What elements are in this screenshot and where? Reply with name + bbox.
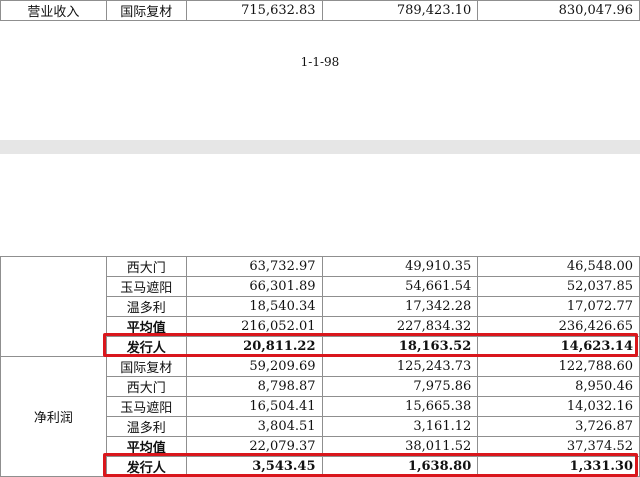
value-cell: 3,543.45 <box>185 456 323 477</box>
value-cell: 46,548.00 <box>477 256 640 277</box>
value-cell: 7,975.86 <box>321 376 479 397</box>
company-cell: 国际复材 <box>105 0 187 21</box>
value-cell: 15,665.38 <box>321 396 479 417</box>
company-cell: 平均值 <box>105 436 187 457</box>
value-cell: 18,540.34 <box>185 296 323 317</box>
value-cell: 66,301.89 <box>185 276 323 297</box>
table-row: 西大门 63,732.97 49,910.35 46,548.00 <box>0 256 640 357</box>
company-cell: 发行人 <box>105 336 187 357</box>
value-cell: 8,950.46 <box>477 376 640 397</box>
company-cell: 温多利 <box>105 296 187 317</box>
financial-table: 西大门 63,732.97 49,910.35 46,548.00 玉马遮阳 6… <box>0 256 640 477</box>
company-cell: 温多利 <box>105 416 187 437</box>
company-cell: 玉马遮阳 <box>105 396 187 417</box>
company-cell: 玉马遮阳 <box>105 276 187 297</box>
category-cell-empty <box>0 256 107 357</box>
value-cell: 22,079.37 <box>185 436 323 457</box>
value-cell: 20,811.22 <box>185 336 323 357</box>
value-cell: 789,423.10 <box>321 0 479 21</box>
table-row: 营业收入 国际复材 715,632.83 789,423.10 830,047.… <box>0 0 640 21</box>
value-cell: 3,161.12 <box>321 416 479 437</box>
company-cell: 发行人 <box>105 456 187 477</box>
value-cell: 14,032.16 <box>477 396 640 417</box>
value-cell: 122,788.60 <box>477 356 640 377</box>
value-cell: 236,426.65 <box>477 316 640 337</box>
value-cell: 59,209.69 <box>185 356 323 377</box>
value-cell: 17,342.28 <box>321 296 479 317</box>
category-cell: 净利润 <box>0 356 107 477</box>
company-cell: 西大门 <box>105 256 187 277</box>
page-number: 1-1-98 <box>300 55 340 69</box>
value-cell: 8,798.87 <box>185 376 323 397</box>
value-cell: 16,504.41 <box>185 396 323 417</box>
value-cell: 715,632.83 <box>185 0 323 21</box>
category-cell: 营业收入 <box>0 0 107 21</box>
company-cell: 平均值 <box>105 316 187 337</box>
value-cell: 14,623.14 <box>477 336 640 357</box>
value-cell: 17,072.77 <box>477 296 640 317</box>
value-cell: 3,804.51 <box>185 416 323 437</box>
value-cell: 52,037.85 <box>477 276 640 297</box>
revenue-table: 营业收入 国际复材 715,632.83 789,423.10 830,047.… <box>0 0 640 21</box>
value-cell: 227,834.32 <box>321 316 479 337</box>
value-cell: 830,047.96 <box>477 0 640 21</box>
page-gap <box>0 140 640 154</box>
value-cell: 37,374.52 <box>477 436 640 457</box>
value-cell: 3,726.87 <box>477 416 640 437</box>
value-cell: 1,638.80 <box>321 456 479 477</box>
value-cell: 49,910.35 <box>321 256 479 277</box>
value-cell: 63,732.97 <box>185 256 323 277</box>
value-cell: 216,052.01 <box>185 316 323 337</box>
company-cell: 国际复材 <box>105 356 187 377</box>
company-cell: 西大门 <box>105 376 187 397</box>
value-cell: 18,163.52 <box>321 336 479 357</box>
value-cell: 38,011.52 <box>321 436 479 457</box>
value-cell: 1,331.30 <box>477 456 640 477</box>
document-page-top: 营业收入 国际复材 715,632.83 789,423.10 830,047.… <box>0 0 640 140</box>
value-cell: 54,661.54 <box>321 276 479 297</box>
value-cell: 125,243.73 <box>321 356 479 377</box>
table-row: 净利润 国际复材 59,209.69 125,243.73 122,788.60 <box>0 356 640 477</box>
